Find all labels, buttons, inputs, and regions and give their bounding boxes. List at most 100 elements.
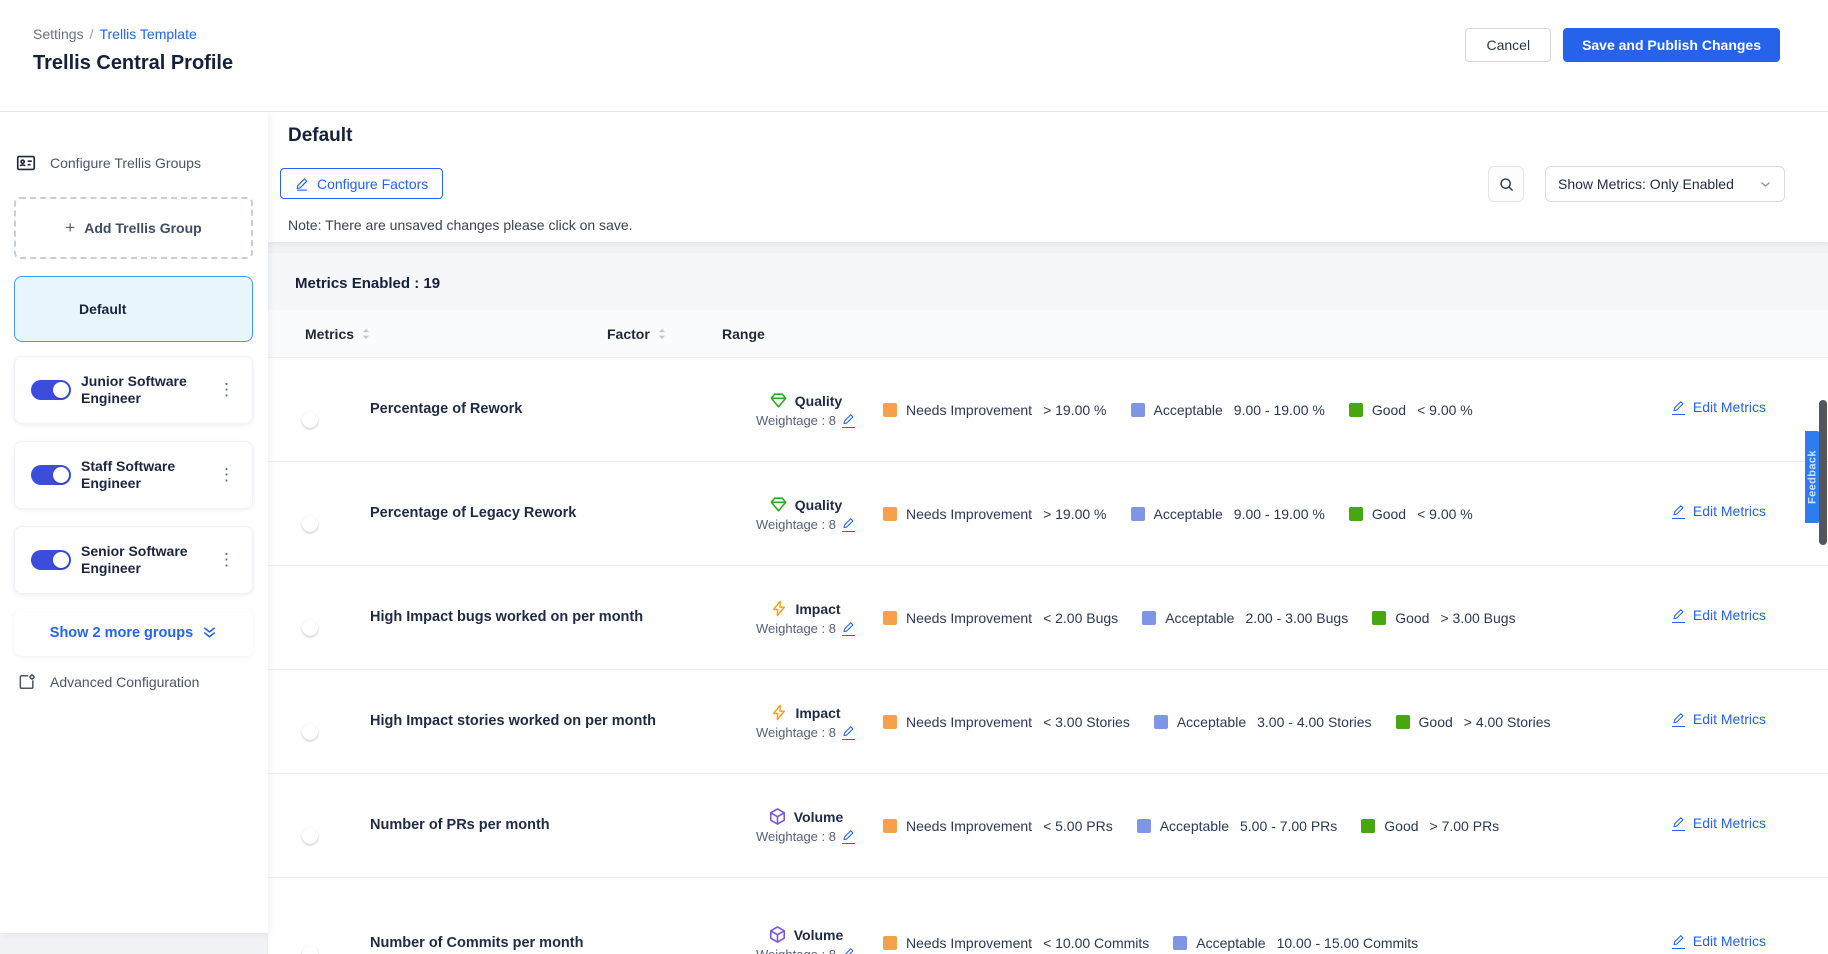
edit-weightage-icon[interactable]: [842, 829, 855, 844]
range-chip: Good< 9.00 %: [1349, 506, 1473, 522]
weightage-label: Weightage : 8: [756, 621, 836, 636]
table-row: Number of PRs per month Volume Weightage :…: [268, 774, 1828, 878]
column-header-range: Range: [722, 310, 765, 358]
column-header-factor[interactable]: Factor: [607, 310, 667, 358]
range-label: Needs Improvement: [906, 714, 1032, 730]
advanced-configuration-link[interactable]: Advanced Configuration: [14, 672, 253, 692]
show-metrics-dropdown[interactable]: Show Metrics: Only Enabled: [1545, 166, 1785, 202]
pencil-icon: [1672, 816, 1685, 831]
edit-weightage-icon[interactable]: [842, 413, 855, 428]
factor-name: Volume: [794, 809, 844, 825]
weightage: Weightage : 8: [756, 829, 855, 844]
range-value: < 2.00 Bugs: [1043, 610, 1118, 626]
range-color-swatch: [1131, 507, 1145, 521]
configure-trellis-groups-header: Configure Trellis Groups: [14, 152, 253, 174]
edit-weightage-icon[interactable]: [842, 947, 855, 954]
range-value: < 9.00 %: [1417, 402, 1473, 418]
pencil-icon: [1672, 934, 1685, 949]
range-value: < 3.00 Stories: [1043, 714, 1130, 730]
range-label: Needs Improvement: [906, 506, 1032, 522]
range-chip: Good> 7.00 PRs: [1361, 818, 1499, 834]
breadcrumb: Settings / Trellis Template: [33, 26, 197, 42]
range-color-swatch: [883, 507, 897, 521]
weightage-label: Weightage : 8: [756, 829, 836, 844]
range-value: > 19.00 %: [1043, 402, 1106, 418]
edit-weightage-icon[interactable]: [842, 725, 855, 740]
range-value: 5.00 - 7.00 PRs: [1240, 818, 1337, 834]
cube-icon: [768, 925, 787, 944]
weightage: Weightage : 8: [756, 621, 855, 636]
edit-cell: Edit Metrics: [1616, 711, 1766, 732]
edit-weightage-icon[interactable]: [842, 621, 855, 636]
edit-weightage-icon[interactable]: [842, 517, 855, 532]
table-row: High Impact stories worked on per monthI…: [268, 670, 1828, 774]
configure-factors-button[interactable]: Configure Factors: [280, 168, 443, 199]
factor: Quality: [769, 391, 842, 410]
range-chip: Needs Improvement < 2.00 Bugs: [883, 610, 1118, 626]
range-label: Acceptable: [1165, 610, 1234, 626]
metric-name: Number of PRs per month: [370, 816, 728, 834]
weightage: Weightage : 8: [756, 413, 855, 428]
add-trellis-group-button[interactable]: + Add Trellis Group: [14, 197, 253, 259]
column-header-range-label: Range: [722, 326, 765, 342]
group-enabled-toggle[interactable]: [31, 380, 71, 400]
search-button[interactable]: [1488, 166, 1524, 202]
range-chip: Good> 4.00 Stories: [1396, 714, 1551, 730]
show-more-groups-button[interactable]: Show 2 more groups: [14, 609, 253, 656]
edit-metrics-link[interactable]: Edit Metrics: [1672, 399, 1766, 415]
add-trellis-group-label: Add Trellis Group: [84, 220, 201, 236]
range-cell: Needs Improvement> 19.00 %Acceptable9.00…: [883, 402, 1616, 418]
edit-metrics-link[interactable]: Edit Metrics: [1672, 933, 1766, 949]
range-color-swatch: [1372, 611, 1386, 625]
range-value: 9.00 - 19.00 %: [1234, 506, 1325, 522]
pencil-icon: [1672, 400, 1685, 415]
range-label: Needs Improvement: [906, 818, 1032, 834]
edit-cell: Edit Metrics: [1616, 607, 1766, 628]
edit-metrics-link[interactable]: Edit Metrics: [1672, 711, 1766, 727]
group-enabled-toggle[interactable]: [31, 465, 71, 485]
range-label: Needs Improvement: [906, 610, 1032, 626]
sort-icon[interactable]: [657, 327, 667, 341]
breadcrumb-trellis-template-link[interactable]: Trellis Template: [99, 26, 196, 42]
sidebar-group-card[interactable]: Staff Software Engineer⋮: [14, 441, 253, 509]
sort-icon[interactable]: [361, 327, 371, 341]
edit-metrics-link[interactable]: Edit Metrics: [1672, 607, 1766, 623]
feedback-tab[interactable]: Feedback: [1805, 431, 1820, 523]
page-title: Trellis Central Profile: [33, 52, 233, 75]
range-color-swatch: [1349, 403, 1363, 417]
unsaved-changes-note: Note: There are unsaved changes please c…: [288, 217, 633, 233]
range-cell: Needs Improvement> 19.00 %Acceptable9.00…: [883, 506, 1616, 522]
metric-name: High Impact stories worked on per month: [370, 712, 728, 730]
kebab-menu-icon[interactable]: ⋮: [212, 378, 242, 402]
edit-metrics-link[interactable]: Edit Metrics: [1672, 503, 1766, 519]
chevron-down-icon: [1759, 178, 1772, 191]
factor-cell: QualityWeightage : 8: [728, 495, 883, 532]
save-and-publish-button[interactable]: Save and Publish Changes: [1563, 28, 1780, 62]
kebab-menu-icon[interactable]: ⋮: [212, 548, 242, 572]
trellis-groups-badge-icon: [15, 152, 37, 174]
range-label: Good: [1395, 610, 1429, 626]
sidebar-group-default[interactable]: Default: [14, 276, 253, 342]
breadcrumb-settings-link[interactable]: Settings: [33, 26, 84, 42]
range-chip: Needs Improvement> 19.00 %: [883, 402, 1107, 418]
column-header-metrics[interactable]: Metrics: [305, 310, 371, 358]
sidebar-group-card[interactable]: Senior Software Engineer⋮: [14, 526, 253, 594]
group-enabled-toggle[interactable]: [31, 550, 71, 570]
range-color-swatch: [883, 819, 897, 833]
range-chip: Needs Improvement> 19.00 %: [883, 506, 1107, 522]
edit-metrics-link[interactable]: Edit Metrics: [1672, 815, 1766, 831]
metrics-enabled-count: Metrics Enabled : 19: [268, 253, 1828, 310]
range-label: Acceptable: [1160, 818, 1229, 834]
advanced-configuration-icon: [17, 672, 37, 692]
search-icon: [1498, 176, 1515, 193]
cancel-button[interactable]: Cancel: [1465, 28, 1551, 62]
range-value: 3.00 - 4.00 Stories: [1257, 714, 1371, 730]
group-label: Junior Software Engineer: [81, 373, 203, 406]
metrics-table: Metrics Enabled : 19 Metrics Factor Rang…: [268, 253, 1828, 954]
range-value: 10.00 - 15.00 Commits: [1277, 935, 1419, 951]
sidebar-group-card[interactable]: Junior Software Engineer ⋮: [14, 356, 253, 424]
metric-name: Percentage of Rework: [370, 400, 728, 418]
scrollbar-thumb[interactable]: [1819, 400, 1827, 545]
breadcrumb-separator: /: [90, 26, 94, 42]
kebab-menu-icon[interactable]: ⋮: [212, 463, 242, 487]
